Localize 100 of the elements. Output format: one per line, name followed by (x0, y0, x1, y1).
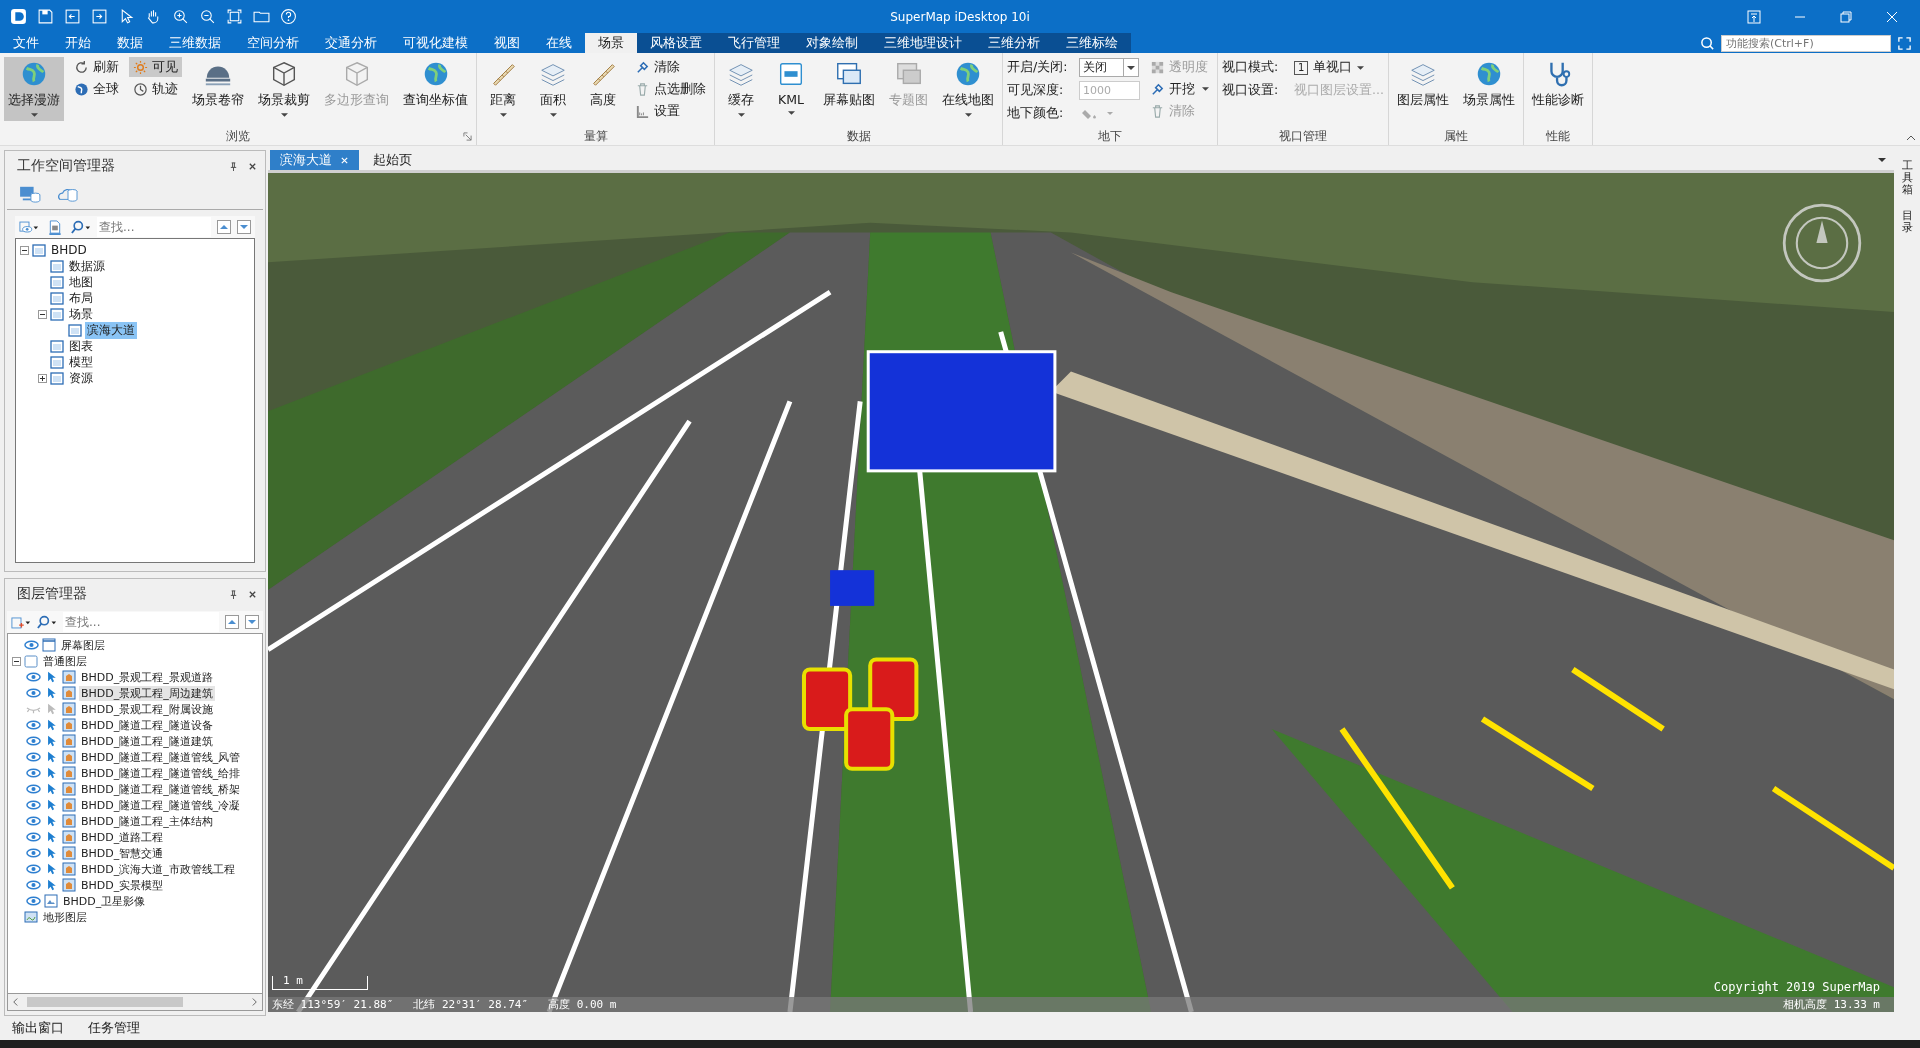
zoom-out-icon[interactable] (199, 8, 216, 25)
restore-icon[interactable] (1838, 8, 1854, 25)
ribbon-button[interactable]: 面积 (531, 57, 575, 121)
layer-item[interactable]: BHDD_实景模型 (79, 877, 166, 893)
ribbon-button[interactable]: 点选删除 (631, 79, 710, 99)
ribbon-tab[interactable]: 场景 (585, 33, 637, 53)
ribbon-button[interactable]: 场景裁剪 (254, 57, 314, 121)
eye-icon[interactable] (26, 719, 41, 731)
search-icon[interactable] (71, 219, 91, 235)
layer-item[interactable]: BHDD_隧道工程_主体结构 (79, 813, 215, 829)
tree-item[interactable]: 图表 (67, 337, 95, 355)
pin-icon[interactable] (229, 589, 238, 599)
move-up-icon[interactable] (225, 615, 239, 629)
search-field[interactable]: 功能搜索(Ctrl+F) (1721, 34, 1891, 52)
layer-item[interactable]: BHDD_智慧交通 (79, 845, 166, 861)
eye-icon[interactable] (26, 895, 41, 907)
move-up-icon[interactable] (217, 220, 231, 234)
scrollbar-thumb[interactable] (27, 997, 183, 1007)
ribbon-button[interactable]: 距离 (481, 57, 525, 121)
ribbon-tab[interactable]: 在线 (533, 33, 585, 53)
ribbon-tab[interactable]: 视图 (481, 33, 533, 53)
scroll-right-icon[interactable] (251, 997, 258, 1007)
tree-item[interactable]: 滨海大道 (85, 321, 137, 339)
document-tab[interactable]: 起始页 (363, 150, 422, 170)
tree-item[interactable]: 模型 (67, 353, 95, 371)
ribbon-tab[interactable]: 三维地理设计 (871, 33, 975, 53)
layer-item[interactable]: BHDD_隧道工程_隧道管线_风管 (79, 749, 243, 765)
help-icon[interactable] (280, 8, 297, 25)
ribbon-button[interactable]: 图层属性 (1392, 57, 1453, 121)
eye-dropdown-icon[interactable] (19, 219, 39, 235)
save-icon[interactable] (37, 8, 54, 25)
expander-icon[interactable] (20, 245, 29, 255)
compass-icon[interactable] (1780, 201, 1864, 285)
scroll-left-icon[interactable] (12, 997, 19, 1007)
tree-item[interactable]: 地图 (67, 273, 95, 291)
caret-icon[interactable] (1878, 158, 1886, 162)
eye-icon[interactable] (26, 831, 41, 843)
fullscreen-icon[interactable] (1897, 35, 1912, 51)
document-tab[interactable]: 滨海大道 (270, 150, 359, 170)
layer-item[interactable]: BHDD_隧道工程_隧道管线_桥架 (79, 781, 243, 797)
expander-icon[interactable] (12, 656, 21, 666)
ribbon-button[interactable]: 场景属性 (1458, 57, 1519, 121)
ribbon-button[interactable]: 设置 (631, 101, 710, 121)
ribbon-button[interactable]: KML (769, 57, 813, 121)
eye-icon[interactable] (26, 671, 41, 683)
layer-item[interactable]: BHDD_道路工程 (79, 829, 166, 845)
ribbon-tab[interactable]: 三维数据 (156, 33, 234, 53)
bottom-panel-tab[interactable]: 任务管理 (88, 1019, 140, 1037)
ribbon-button[interactable]: 选择漫游 (4, 57, 64, 121)
layer-item[interactable]: BHDD_卫星影像 (61, 893, 148, 909)
side-dock-tab[interactable]: 工具箱 (1901, 160, 1913, 197)
ribbon-button[interactable]: 在线地图 (938, 57, 998, 121)
close-icon[interactable] (248, 161, 257, 171)
ribbon-button[interactable]: 全球 (70, 79, 123, 99)
side-dock-tab[interactable]: 目录 (1901, 210, 1913, 235)
ribbon-tab[interactable]: 三维标绘 (1053, 33, 1131, 53)
layer-item[interactable]: 普通图层 (41, 653, 89, 669)
ribbon-display-icon[interactable] (1746, 8, 1762, 25)
ribbon-tab[interactable]: 对象绘制 (793, 33, 871, 53)
eye-icon[interactable] (26, 799, 41, 811)
layer-item[interactable]: BHDD_隧道工程_隧道管线_冷凝 (79, 797, 243, 813)
ribbon-button[interactable]: 可见 (129, 57, 182, 77)
eye-icon[interactable] (26, 751, 41, 763)
export-icon[interactable] (91, 8, 108, 25)
ribbon-button[interactable]: 高度 (581, 57, 625, 121)
tree-item[interactable]: 数据源 (67, 257, 107, 275)
layer-item[interactable]: BHDD_景观工程_附属设施 (79, 701, 215, 717)
app-logo-icon[interactable] (10, 8, 27, 25)
eye-icon[interactable] (24, 639, 39, 651)
dialog-launcher-icon[interactable] (463, 131, 472, 141)
full-extent-icon[interactable] (226, 8, 243, 25)
local-workspace-icon[interactable] (19, 185, 41, 203)
expander-icon[interactable] (38, 373, 47, 383)
layer-item[interactable]: BHDD_景观工程_景观道路 (79, 669, 215, 685)
close-icon[interactable] (248, 589, 257, 599)
ribbon-button[interactable]: 轨迹 (129, 79, 182, 99)
ribbon-tab[interactable]: 飞行管理 (715, 33, 793, 53)
eye-icon[interactable] (26, 767, 41, 779)
expander-icon[interactable] (38, 309, 47, 319)
layer-item[interactable]: BHDD_滨海大道_市政管线工程 (79, 861, 237, 877)
add-layer-icon[interactable] (11, 614, 31, 630)
ribbon-tab[interactable]: 文件 (0, 33, 52, 53)
ribbon-tab[interactable]: 风格设置 (637, 33, 715, 53)
ribbon-button[interactable]: 刷新 (70, 57, 123, 77)
ribbon-tab[interactable]: 可视化建模 (390, 33, 481, 53)
ribbon-button[interactable]: 屏幕贴图 (819, 57, 879, 121)
tree-item[interactable]: 资源 (67, 369, 95, 387)
ribbon-button[interactable]: 清除 (631, 57, 710, 77)
layer-item[interactable]: BHDD_隧道工程_隧道管线_给排 (79, 765, 243, 781)
ribbon-tab[interactable]: 交通分析 (312, 33, 390, 53)
import-icon[interactable] (64, 8, 81, 25)
ribbon-button[interactable]: 缓存 (719, 57, 763, 121)
layer-item[interactable]: BHDD_隧道工程_隧道设备 (79, 717, 215, 733)
move-down-icon[interactable] (245, 615, 259, 629)
bottom-panel-tab[interactable]: 输出窗口 (12, 1019, 64, 1037)
eye-icon[interactable] (26, 735, 41, 747)
ribbon-button[interactable]: 性能诊断 (1527, 57, 1588, 121)
eye-icon[interactable] (26, 783, 41, 795)
tree-item[interactable]: 场景 (67, 305, 95, 323)
ribbon-tab[interactable]: 数据 (104, 33, 156, 53)
